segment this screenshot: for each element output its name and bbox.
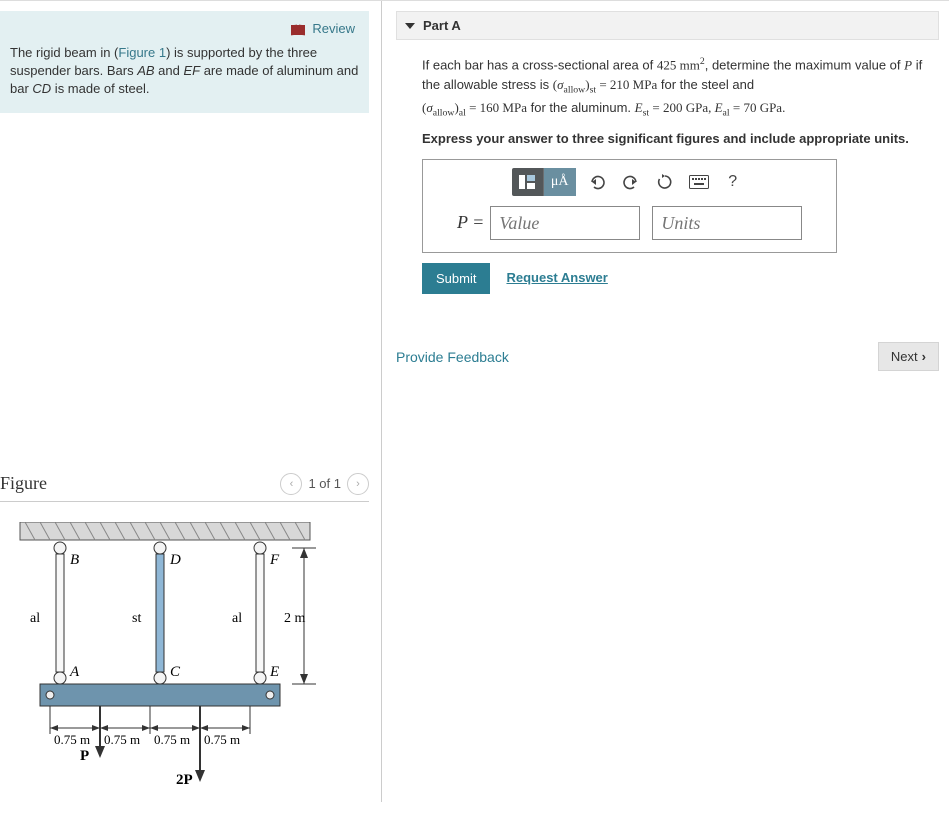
load-2P: 2P (176, 772, 193, 788)
book-icon (291, 25, 305, 35)
label-F: F (269, 552, 280, 568)
label-E: E (269, 664, 279, 680)
dim-d1: 0.75 m (54, 732, 90, 747)
part-a-body: If each bar has a cross-sectional area o… (396, 40, 939, 298)
review-link[interactable]: Review (10, 21, 359, 44)
figure-nav: ‹ 1 of 1 › (280, 473, 369, 495)
figure-next-button[interactable]: › (347, 473, 369, 495)
next-button[interactable]: Next › (878, 342, 939, 371)
figure-title: Figure (0, 473, 47, 494)
request-answer-link[interactable]: Request Answer (506, 268, 607, 288)
figure-prev-button[interactable]: ‹ (280, 473, 302, 495)
value-input[interactable] (490, 206, 640, 240)
load-P: P (80, 748, 89, 764)
label-D: D (169, 552, 181, 568)
label-al2: al (232, 611, 242, 626)
keyboard-button[interactable] (684, 168, 714, 196)
intro-text: The rigid beam in (Figure 1) is supporte… (10, 44, 359, 99)
provide-feedback-link[interactable]: Provide Feedback (396, 349, 509, 365)
submit-button[interactable]: Submit (422, 263, 490, 294)
units-mu-button[interactable]: μÅ (544, 168, 576, 196)
dim-d4: 0.75 m (204, 732, 240, 747)
label-al1: al (30, 611, 40, 626)
label-C: C (170, 664, 181, 680)
instruction-text: Express your answer to three significant… (422, 129, 933, 149)
dim-d2: 0.75 m (104, 732, 140, 747)
next-label: Next (891, 349, 918, 364)
figure-link[interactable]: Figure 1 (118, 45, 166, 60)
templates-button[interactable] (512, 168, 544, 196)
units-input[interactable] (652, 206, 802, 240)
P-label: P = (457, 209, 484, 237)
redo-button[interactable] (616, 168, 646, 196)
dim-d3: 0.75 m (154, 732, 190, 747)
help-button[interactable]: ? (718, 168, 748, 196)
chevron-right-icon: › (922, 349, 926, 364)
undo-button[interactable] (582, 168, 612, 196)
figure-count: 1 of 1 (308, 476, 341, 491)
figure-image: B D F A C E al st al 2 (0, 502, 369, 792)
chevron-down-icon (405, 23, 415, 29)
part-a-header[interactable]: Part A (396, 11, 939, 40)
answer-toolbar: μÅ ? (457, 168, 802, 196)
review-label: Review (312, 21, 355, 36)
reset-button[interactable] (650, 168, 680, 196)
problem-intro: Review The rigid beam in (Figure 1) is s… (0, 11, 369, 113)
dim-2m: 2 m (284, 611, 306, 626)
label-st: st (132, 611, 141, 626)
part-a-title: Part A (423, 18, 461, 33)
answer-box: μÅ ? P = (422, 159, 837, 253)
label-A: A (69, 664, 80, 680)
label-B: B (70, 552, 79, 568)
